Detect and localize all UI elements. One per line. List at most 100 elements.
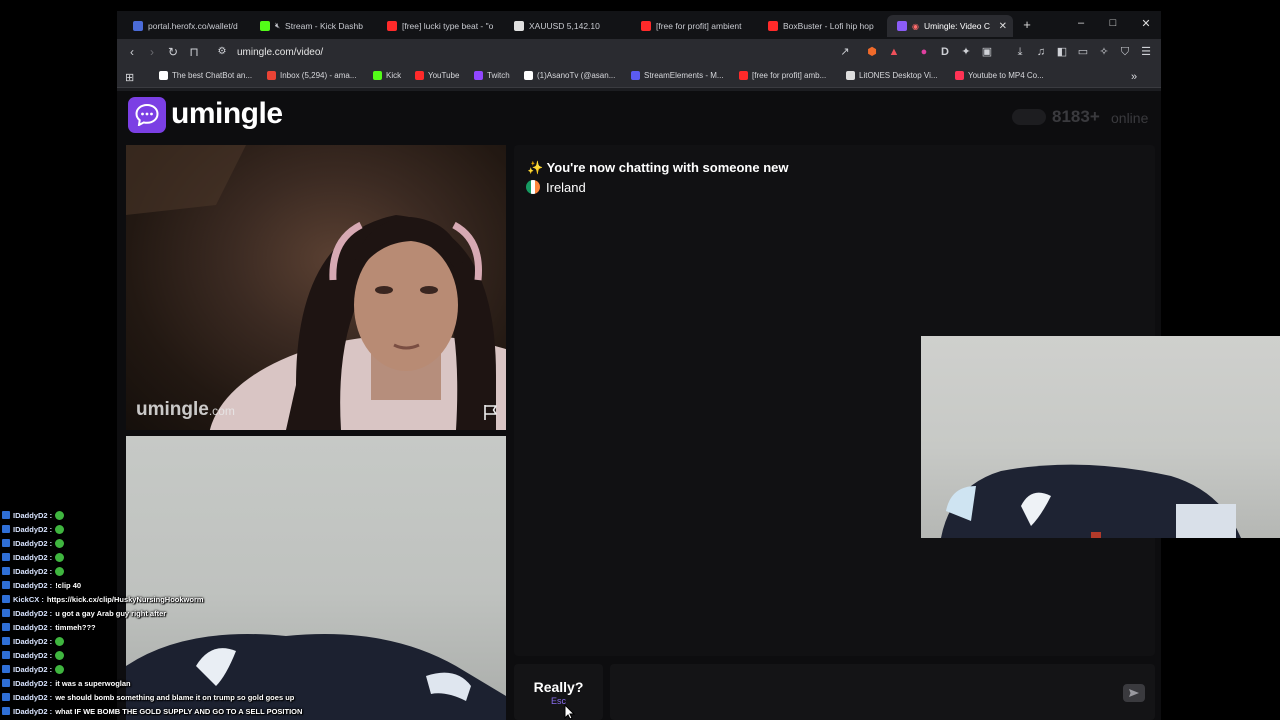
logo-wordmark[interactable]: umingle (171, 97, 283, 131)
bookmark-item[interactable]: YouTube (415, 71, 459, 80)
extensions-icon[interactable]: ✦ (960, 46, 972, 58)
chat-badge-icon (2, 623, 10, 631)
address-bar[interactable]: umingle.com/video/ (237, 47, 323, 58)
stream-chat-overlay: IDaddyD2 : IDaddyD2 : IDaddyD2 : IDaddyD2 :… (0, 496, 302, 720)
bookmark-item[interactable]: The best ChatBot an... (159, 71, 252, 80)
stream-chat-line: IDaddyD2 : (2, 635, 65, 647)
send-button[interactable] (1123, 684, 1145, 702)
stream-chat-line: IDaddyD2 : (2, 663, 65, 675)
chat-emote-icon (55, 566, 65, 576)
watermark-domain: .com (208, 404, 235, 418)
report-flag-icon[interactable] (482, 403, 500, 421)
tab-ambient[interactable]: [free for profit] ambient (631, 15, 756, 37)
stream-chat-line: IDaddyD2 : we should bomb something and b… (2, 691, 294, 703)
bookmark-label: Inbox (5,294) - ama... (280, 71, 357, 80)
tab-lucki-beat[interactable]: [free] lucki type beat - "o (377, 15, 502, 37)
bookmark-item[interactable]: Kick (373, 71, 401, 80)
close-tab-icon[interactable]: ✕ (999, 21, 1007, 32)
chat-badge-icon (2, 693, 10, 701)
message-input[interactable] (610, 664, 1155, 720)
chat-emote-icon (55, 552, 65, 562)
mute-icon[interactable]: 🔇︎ (275, 21, 280, 31)
bookmark-icon[interactable]: ⊓ (187, 45, 201, 59)
tab-umingle[interactable]: ◉ Umingle: Video C ✕ (887, 15, 1013, 37)
maximize-button[interactable]: □ (1105, 17, 1121, 29)
bookmark-item[interactable]: Youtube to MP4 Co... (955, 71, 1044, 80)
close-window-button[interactable]: ✕ (1138, 17, 1154, 30)
vpn-icon[interactable]: ⛉ (1119, 46, 1131, 58)
skip-button[interactable]: Really? Esc (514, 664, 603, 720)
converter-favicon-icon (955, 71, 964, 80)
tab-boxbuster[interactable]: BoxBuster - Lofi hip hop (758, 15, 883, 37)
forward-icon[interactable]: › (145, 45, 159, 59)
tab-title: [free] lucki type beat - "o (402, 21, 494, 31)
extension-d-icon[interactable]: D (939, 46, 951, 58)
tab-kick-dashboard[interactable]: 🔇︎ Stream - Kick Dashb (250, 15, 375, 37)
bookmark-item[interactable]: [free for profit] amb... (739, 71, 826, 80)
reload-icon[interactable]: ↻ (166, 45, 180, 59)
chat-badge-icon (2, 581, 10, 589)
chat-message: it was a superwoglan (55, 678, 131, 688)
litones-favicon-icon (846, 71, 855, 80)
chat-badge-icon (2, 539, 10, 547)
chat-username: IDaddyD2 : (13, 608, 53, 618)
online-count: 8183+ (1052, 107, 1100, 126)
chat-username: IDaddyD2 : (13, 538, 53, 548)
chat-badge-icon (2, 665, 10, 673)
chat-username: IDaddyD2 : (13, 580, 53, 590)
send-icon (1129, 689, 1139, 697)
bookmark-item[interactable]: StreamElements - M... (631, 71, 724, 80)
umingle-logo[interactable] (128, 97, 166, 133)
tab-title: portal.herofx.co/wallet/d (148, 21, 238, 31)
chat-badge-icon (2, 651, 10, 659)
youtube-favicon-icon (387, 21, 397, 31)
chatbot-favicon-icon (159, 71, 168, 80)
youtube-favicon-icon (415, 71, 424, 80)
share-icon[interactable]: ↗ (839, 46, 851, 58)
stream-chat-line: IDaddyD2 : (2, 649, 65, 661)
chat-message: timmeh??? (55, 622, 96, 632)
sidebar-icon[interactable]: ◧ (1056, 46, 1068, 58)
extension-screen-icon[interactable]: ▣ (981, 46, 993, 58)
bookmark-item[interactable]: LitONES Desktop Vi... (846, 71, 938, 80)
media-icon[interactable]: ♫ (1035, 46, 1047, 58)
youtube-favicon-icon (739, 71, 748, 80)
umingle-watermark: umingle.com (136, 399, 235, 421)
chat-message: https://kick.cx/clip/HuskyNursingHookwor… (46, 594, 204, 604)
umingle-favicon-icon (897, 21, 907, 31)
leo-ai-icon[interactable]: ✧ (1098, 46, 1110, 58)
streamer-webcam-overlay (921, 336, 1280, 538)
bookmark-label: StreamElements - M... (644, 71, 724, 80)
bookmark-label: Twitch (487, 71, 510, 80)
back-icon[interactable]: ‹ (125, 45, 139, 59)
bookmark-item[interactable]: Inbox (5,294) - ama... (267, 71, 356, 80)
youtube-favicon-icon (768, 21, 778, 31)
extension-u-icon[interactable]: ● (918, 46, 930, 58)
wallet-icon[interactable]: ▭ (1077, 46, 1089, 58)
minimize-button[interactable]: – (1073, 17, 1089, 29)
stream-chat-line: IDaddyD2 : timmeh??? (2, 621, 96, 633)
tab-bar: portal.herofx.co/wallet/d 🔇︎ Stream - Ki… (117, 11, 1161, 39)
chat-username: IDaddyD2 : (13, 524, 53, 534)
brave-rewards-icon[interactable]: ▲ (888, 46, 900, 58)
apps-icon[interactable]: ⊞ (125, 71, 134, 84)
tab-xauusd[interactable]: XAUUSD 5,142.10 (504, 15, 629, 37)
skip-shortcut-hint: Esc (550, 696, 566, 706)
stranger-country: Ireland (546, 180, 586, 195)
chat-badge-icon (2, 511, 10, 519)
stream-chat-line: IDaddyD2 : (2, 537, 65, 549)
chat-emote-icon (55, 538, 65, 548)
new-tab-button[interactable]: + (1019, 17, 1035, 32)
brave-shields-icon[interactable]: ⬢ (866, 46, 878, 58)
skip-label: Really? (533, 679, 584, 695)
bookmarks-overflow-button[interactable]: » (1131, 71, 1137, 83)
tab-herofx[interactable]: portal.herofx.co/wallet/d (123, 15, 248, 37)
menu-icon[interactable]: ☰ (1140, 46, 1152, 58)
bookmark-item[interactable]: (1)AsanoTv (@asan... (524, 71, 615, 80)
tradingview-favicon-icon (514, 21, 524, 31)
online-toggle[interactable] (1012, 109, 1046, 125)
bookmark-item[interactable]: Twitch (474, 71, 510, 80)
download-icon[interactable]: ⤓ (1014, 46, 1026, 58)
watermark-text: umingle (136, 399, 209, 420)
site-settings-icon[interactable]: ⚙ (215, 45, 229, 59)
